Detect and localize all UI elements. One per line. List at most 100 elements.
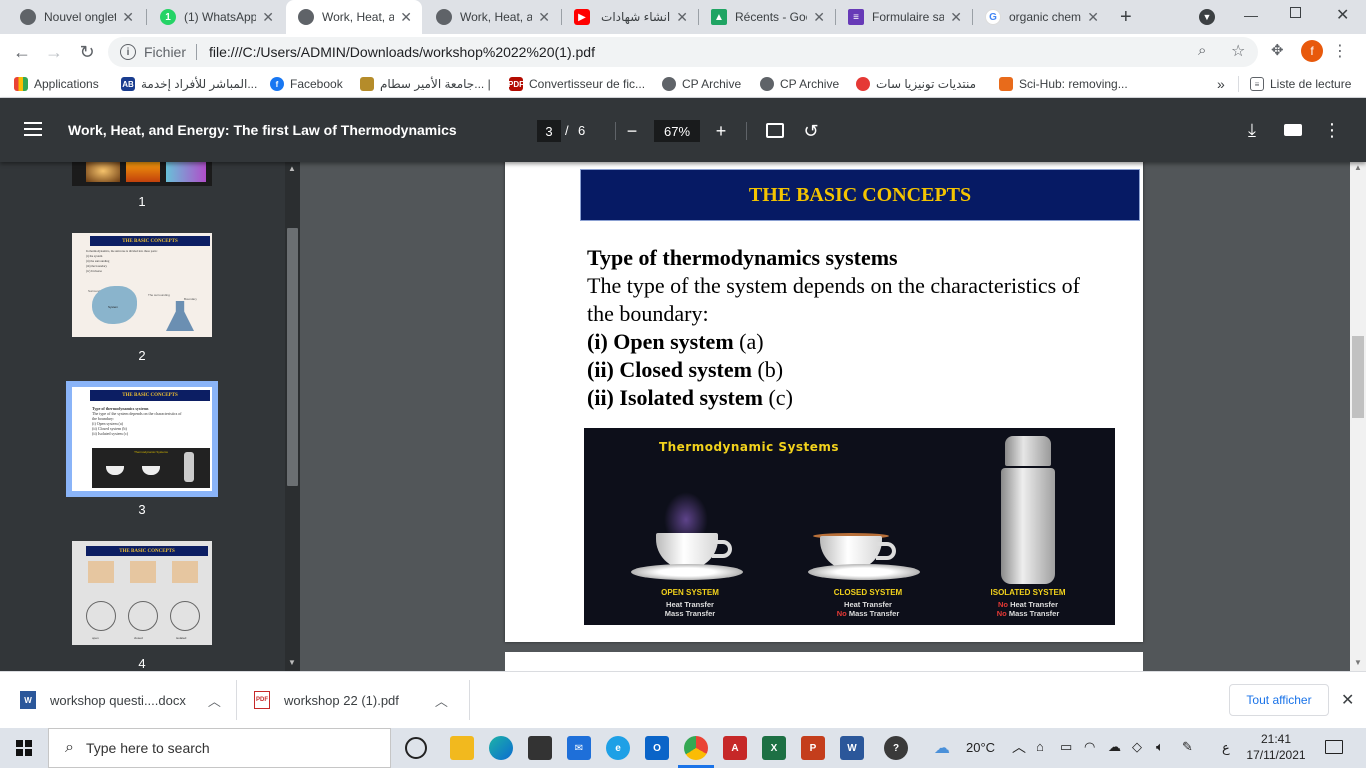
fit-page-icon[interactable] <box>766 123 784 138</box>
page-number-input[interactable]: 3 <box>537 120 561 142</box>
bookmark-bank[interactable]: AB المباشر للأفراد إخدمة... <box>121 76 257 92</box>
show-all-downloads-button[interactable]: Tout afficher <box>1229 684 1329 716</box>
scroll-up-arrow-icon[interactable]: ▲ <box>1354 163 1362 172</box>
scroll-up-arrow-icon[interactable]: ▲ <box>288 164 296 173</box>
taskbar-search-box[interactable]: ⌕ Type here to search <box>48 728 391 768</box>
extensions-icon[interactable]: ✥ <box>1271 41 1284 59</box>
close-downloads-icon[interactable]: ✕ <box>1341 690 1354 710</box>
menu-dots-icon[interactable]: ⋮ <box>1332 41 1348 61</box>
pdf-viewer[interactable]: THE BASIC CONCEPTS Type of thermodynamic… <box>300 162 1352 671</box>
sidebar-menu-icon[interactable] <box>24 122 42 136</box>
bookmark-converter[interactable]: PDF Convertisseur de fic... <box>508 76 645 92</box>
thumbnail-page-3[interactable]: THE BASIC CONCEPTS Type of thermodynamic… <box>72 387 212 491</box>
thumbnail-page-4[interactable]: THE BASIC CONCEPTS open closed isolated <box>72 541 212 645</box>
bookmark-cp-archive-2[interactable]: CP Archive <box>760 76 839 92</box>
back-arrow-icon[interactable]: ← <box>10 40 34 64</box>
bookmark-tunisia-sat[interactable]: منتديات تونيزيا سات <box>856 76 976 92</box>
close-icon[interactable]: ✕ <box>813 9 825 26</box>
sidebar-scroll-thumb[interactable] <box>287 228 298 486</box>
more-options-icon[interactable]: ⋮ <box>1320 118 1344 142</box>
outlook-icon[interactable]: O <box>645 736 669 760</box>
tab-work-heat[interactable]: Work, Heat, and ✕ <box>424 0 560 34</box>
tab-google-search[interactable]: G organic chemistry ✕ <box>973 0 1109 34</box>
new-tab-button[interactable]: + <box>1120 6 1132 29</box>
thumbnail-image: Thermodynamic Systems <box>92 448 210 488</box>
zoom-icon[interactable]: ⌕ <box>1198 42 1206 59</box>
star-icon[interactable]: ☆ <box>1231 41 1245 61</box>
thumbnail-page-2[interactable]: THE BASIC CONCEPTS In thermodynamics, th… <box>72 233 212 337</box>
clock-date[interactable]: 17/11/2021 <box>1246 748 1306 762</box>
powerpoint-icon[interactable]: P <box>801 736 825 760</box>
wifi-icon[interactable]: ◠ <box>1084 739 1095 755</box>
tab-work-heat-active[interactable]: Work, Heat, and ✕ <box>286 0 422 34</box>
windows-start-icon[interactable] <box>16 740 32 756</box>
task-view-icon[interactable] <box>405 737 427 759</box>
close-icon[interactable]: ✕ <box>400 9 412 26</box>
dropbox-icon[interactable]: ◇ <box>1132 739 1142 755</box>
download-icon[interactable]: ⤓ <box>1240 118 1264 142</box>
notification-icon[interactable] <box>1325 740 1343 754</box>
download-item-docx[interactable]: W workshop questi....docx ︿ <box>20 672 221 728</box>
close-icon[interactable]: ✕ <box>1087 9 1099 26</box>
chevron-up-icon[interactable]: ︿ <box>435 691 448 710</box>
file-explorer-icon[interactable] <box>450 736 474 760</box>
viewer-scroll-thumb[interactable] <box>1352 336 1364 418</box>
weather-cloud-icon[interactable]: ☁ <box>934 738 950 758</box>
tab-certificates[interactable]: ▶ انشاء شهادات ✕ <box>562 0 698 34</box>
tab-search-icon[interactable]: ▼ <box>1199 9 1215 25</box>
scroll-down-arrow-icon[interactable]: ▼ <box>1354 658 1362 667</box>
bookmark-cp-archive-1[interactable]: CP Archive <box>662 76 741 92</box>
close-icon[interactable]: ✕ <box>538 9 550 26</box>
rotate-icon[interactable]: ↺ <box>799 119 823 143</box>
address-bar[interactable]: i Fichier file:///C:/Users/ADMIN/Downloa… <box>108 37 1258 67</box>
forward-arrow-icon[interactable]: → <box>42 40 66 64</box>
download-item-pdf[interactable]: PDF workshop 22 (1).pdf ︿ <box>254 672 448 728</box>
restore-icon[interactable] <box>1290 7 1301 18</box>
reading-list-button[interactable]: ≡ Liste de lecture <box>1250 76 1351 92</box>
internet-explorer-icon[interactable]: e <box>606 736 630 760</box>
tab-drive[interactable]: ▲ Récents - Google ✕ <box>699 0 835 34</box>
temperature-label[interactable]: 20°C <box>966 740 995 755</box>
bookmarks-more-button[interactable]: » <box>1217 76 1225 92</box>
scroll-down-arrow-icon[interactable]: ▼ <box>288 658 296 667</box>
tab-whatsapp[interactable]: 1 (1) WhatsApp ✕ <box>148 0 284 34</box>
close-icon[interactable]: ✕ <box>262 9 274 26</box>
zoom-in-icon[interactable]: + <box>709 119 733 143</box>
excel-icon[interactable]: X <box>762 736 786 760</box>
battery-icon[interactable]: ▭ <box>1060 739 1072 755</box>
volume-icon[interactable]: 🔈︎ <box>1156 739 1164 755</box>
chevron-up-icon[interactable]: ︿ <box>1012 737 1026 757</box>
pen-icon[interactable]: ✎ <box>1182 739 1193 755</box>
minimize-icon[interactable]: — <box>1244 7 1258 23</box>
close-icon[interactable]: ✕ <box>122 9 134 26</box>
edge-icon[interactable] <box>489 736 513 760</box>
bookmark-facebook[interactable]: f Facebook <box>270 76 343 92</box>
address-url[interactable]: file:///C:/Users/ADMIN/Downloads/worksho… <box>209 44 595 60</box>
close-icon[interactable]: ✕ <box>950 9 962 26</box>
word-icon[interactable]: W <box>840 736 864 760</box>
device-icon[interactable]: ⌂ <box>1036 739 1044 754</box>
zoom-level-input[interactable]: 67% <box>654 120 700 142</box>
thumbnail-page-1[interactable] <box>72 162 212 186</box>
acrobat-icon[interactable]: A <box>723 736 747 760</box>
reload-icon[interactable]: ↻ <box>75 40 99 64</box>
bookmark-applications[interactable]: Applications <box>14 76 99 92</box>
tab-nouvel-onglet[interactable]: Nouvel onglet ✕ <box>8 0 144 34</box>
bookmark-university[interactable]: جامعة الأمير سطام... | <box>360 76 491 92</box>
help-icon[interactable]: ? <box>884 736 908 760</box>
profile-avatar[interactable]: f <box>1301 40 1323 62</box>
tab-forms[interactable]: ≡ Formulaire sans ✕ <box>836 0 972 34</box>
print-icon[interactable] <box>1284 124 1302 136</box>
clock-time[interactable]: 21:41 <box>1248 732 1304 746</box>
bookmark-scihub[interactable]: Sci-Hub: removing... <box>999 76 1128 92</box>
chevron-up-icon[interactable]: ︿ <box>208 691 221 710</box>
language-indicator[interactable]: ع <box>1222 740 1230 756</box>
zoom-out-icon[interactable]: − <box>620 119 644 143</box>
close-window-icon[interactable]: ✕ <box>1336 5 1349 25</box>
info-icon[interactable]: i <box>120 44 136 60</box>
chrome-taskbar-icon[interactable] <box>684 736 708 760</box>
cloud-sync-icon[interactable]: ☁ <box>1108 739 1121 755</box>
mail-icon[interactable]: ✉ <box>567 736 591 760</box>
store-icon[interactable] <box>528 736 552 760</box>
close-icon[interactable]: ✕ <box>676 9 688 26</box>
